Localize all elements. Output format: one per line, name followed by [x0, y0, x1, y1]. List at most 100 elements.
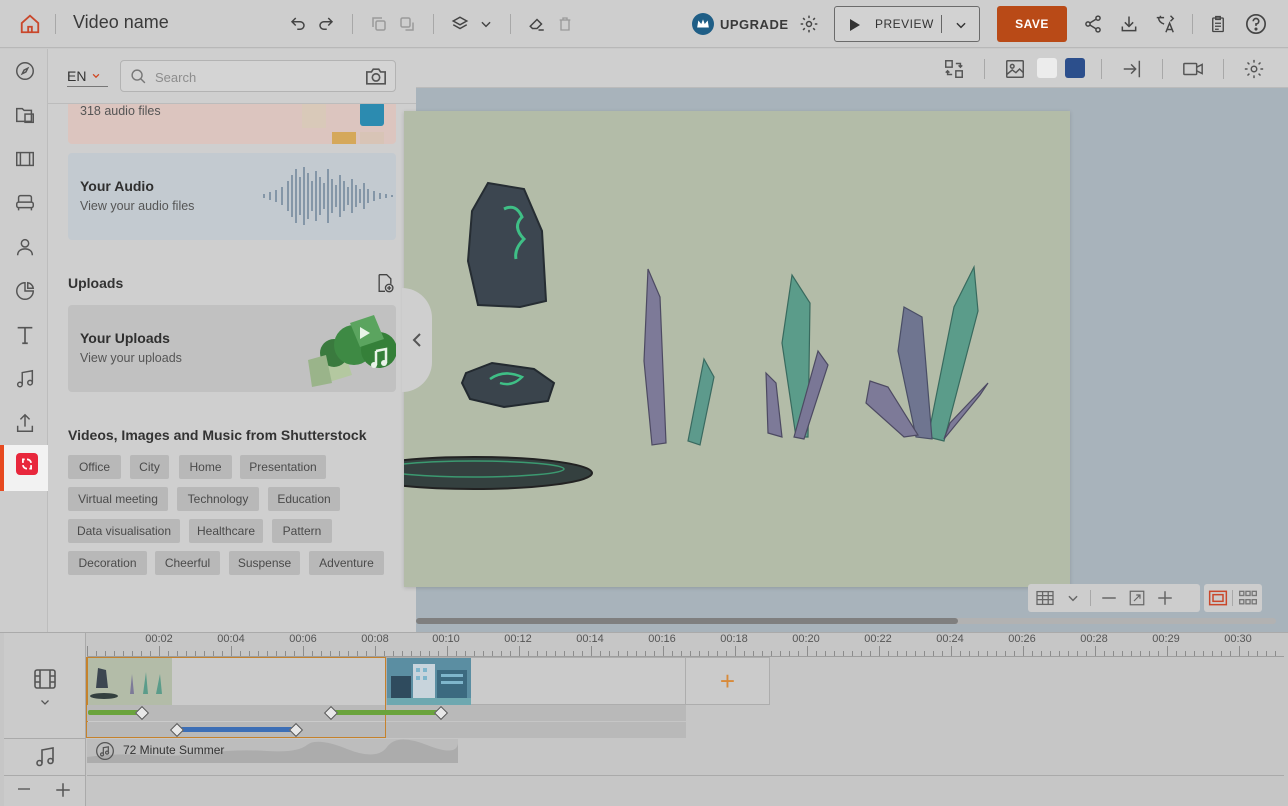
swap-icon[interactable]	[942, 57, 966, 81]
grid-view-icon[interactable]	[1238, 589, 1258, 607]
scene-clip-2[interactable]: 2	[386, 657, 686, 705]
home-icon[interactable]	[18, 12, 42, 36]
chevron-down-icon[interactable]	[1062, 587, 1084, 609]
tag-virtual-meeting[interactable]: Virtual meeting	[68, 487, 168, 511]
ruler-label: 00:02	[145, 633, 173, 645]
ruler-tick	[879, 646, 880, 656]
animation-bar[interactable]	[331, 710, 441, 715]
search-input[interactable]	[155, 67, 355, 87]
timeline-zoom-out-icon[interactable]	[16, 781, 32, 797]
media-folder-icon[interactable]	[12, 102, 38, 128]
your-uploads-card[interactable]: Your Uploads View your uploads	[68, 305, 396, 392]
text-icon[interactable]	[12, 322, 38, 348]
chevron-down-icon[interactable]	[38, 696, 52, 708]
horizontal-scrollbar[interactable]	[416, 618, 1276, 624]
ruler-tick	[645, 651, 646, 656]
shutterstock-tab[interactable]	[0, 445, 48, 491]
ruler-tick	[150, 651, 151, 656]
tag-education[interactable]: Education	[268, 487, 340, 511]
translate-icon[interactable]	[1153, 12, 1177, 36]
download-icon[interactable]	[1117, 12, 1141, 36]
tag-suspense[interactable]: Suspense	[229, 551, 300, 575]
accent-color-swatch[interactable]	[1065, 58, 1085, 78]
tag-cheerful[interactable]: Cheerful	[155, 551, 220, 575]
tag-technology[interactable]: Technology	[177, 487, 259, 511]
trash-icon[interactable]	[553, 12, 577, 36]
tag-city[interactable]: City	[130, 455, 169, 479]
upgrade-button[interactable]: UPGRADE	[692, 13, 789, 35]
tag-healthcare[interactable]: Healthcare	[189, 519, 263, 543]
tag-home[interactable]: Home	[179, 455, 232, 479]
film-icon[interactable]	[12, 146, 38, 172]
undo-icon[interactable]	[286, 12, 310, 36]
zoom-out-icon[interactable]	[1098, 587, 1120, 609]
language-select[interactable]: EN	[67, 65, 108, 87]
grid-icon[interactable]	[1034, 587, 1056, 609]
ruler-tick	[1176, 651, 1177, 656]
copy-icon[interactable]	[367, 12, 391, 36]
background-color-swatch[interactable]	[1037, 58, 1057, 78]
image-icon[interactable]	[1003, 57, 1027, 81]
ruler-tick	[951, 646, 952, 656]
preview-button[interactable]: PREVIEW	[834, 6, 980, 42]
audio-clip[interactable]: 72 Minute Summer	[87, 739, 458, 763]
video-camera-icon[interactable]	[1181, 57, 1205, 81]
ruler-tick	[123, 651, 124, 656]
scenes-track-icon[interactable]	[33, 667, 57, 691]
ruler-tick	[987, 651, 988, 656]
tag-data-visualisation[interactable]: Data visualisation	[68, 519, 180, 543]
help-icon[interactable]	[1244, 12, 1268, 36]
ruler-tick	[1248, 651, 1249, 656]
tag-pattern[interactable]: Pattern	[272, 519, 332, 543]
ruler-tick	[924, 651, 925, 656]
fit-screen-icon[interactable]	[1126, 587, 1148, 609]
animation-bar[interactable]	[177, 727, 296, 732]
paste-icon[interactable]	[395, 12, 419, 36]
pie-chart-icon[interactable]	[12, 278, 38, 304]
share-icon[interactable]	[1081, 12, 1105, 36]
save-button[interactable]: SAVE	[997, 6, 1067, 42]
settings-gear-icon[interactable]	[1242, 57, 1266, 81]
your-audio-card[interactable]: Your Audio View your audio files	[68, 153, 396, 240]
zoom-in-icon[interactable]	[1154, 587, 1176, 609]
ruler-tick	[852, 651, 853, 656]
tag-presentation[interactable]: Presentation	[240, 455, 326, 479]
tag-adventure[interactable]: Adventure	[309, 551, 384, 575]
compass-icon[interactable]	[12, 58, 38, 84]
notes-icon[interactable]	[1206, 12, 1230, 36]
add-scene-button[interactable]: +	[685, 657, 770, 705]
enter-icon[interactable]	[1120, 57, 1144, 81]
add-file-icon[interactable]	[375, 273, 395, 293]
tag-decoration[interactable]: Decoration	[68, 551, 147, 575]
ruler-tick	[393, 651, 394, 656]
gear-icon[interactable]	[797, 12, 821, 36]
music-note-icon[interactable]	[12, 366, 38, 392]
person-icon[interactable]	[12, 234, 38, 260]
ruler-tick	[1059, 651, 1060, 656]
preview-options-chevron-icon[interactable]	[954, 18, 968, 32]
ruler-tick	[1194, 651, 1195, 656]
ruler-tick	[960, 651, 961, 656]
ruler-label: 00:26	[1008, 633, 1036, 645]
timeline-ruler[interactable]: 00:02 00:04 00:06 00:08 00:10 00:12 00:1…	[87, 633, 1284, 657]
redo-icon[interactable]	[314, 12, 338, 36]
ruler-tick	[1140, 651, 1141, 656]
single-view-icon[interactable]	[1208, 589, 1228, 607]
ruler-tick	[528, 651, 529, 656]
ruler-tick	[429, 651, 430, 656]
layers-icon[interactable]	[448, 12, 472, 36]
armchair-icon[interactable]	[12, 190, 38, 216]
ruler-label: 00:12	[504, 633, 532, 645]
audio-track-icon[interactable]	[33, 745, 57, 769]
tag-office[interactable]: Office	[68, 455, 121, 479]
view-mode-controls	[1204, 584, 1262, 612]
timeline-zoom-in-icon[interactable]	[54, 781, 72, 799]
chevron-down-icon[interactable]	[474, 12, 498, 36]
scene-canvas[interactable]	[355, 111, 1070, 587]
collapse-panel-button[interactable]	[402, 288, 432, 392]
eraser-icon[interactable]	[525, 12, 549, 36]
camera-icon[interactable]	[365, 67, 387, 86]
video-name[interactable]: Video name	[73, 12, 169, 33]
upload-icon[interactable]	[12, 410, 38, 436]
your-uploads-subtitle: View your uploads	[80, 351, 182, 365]
